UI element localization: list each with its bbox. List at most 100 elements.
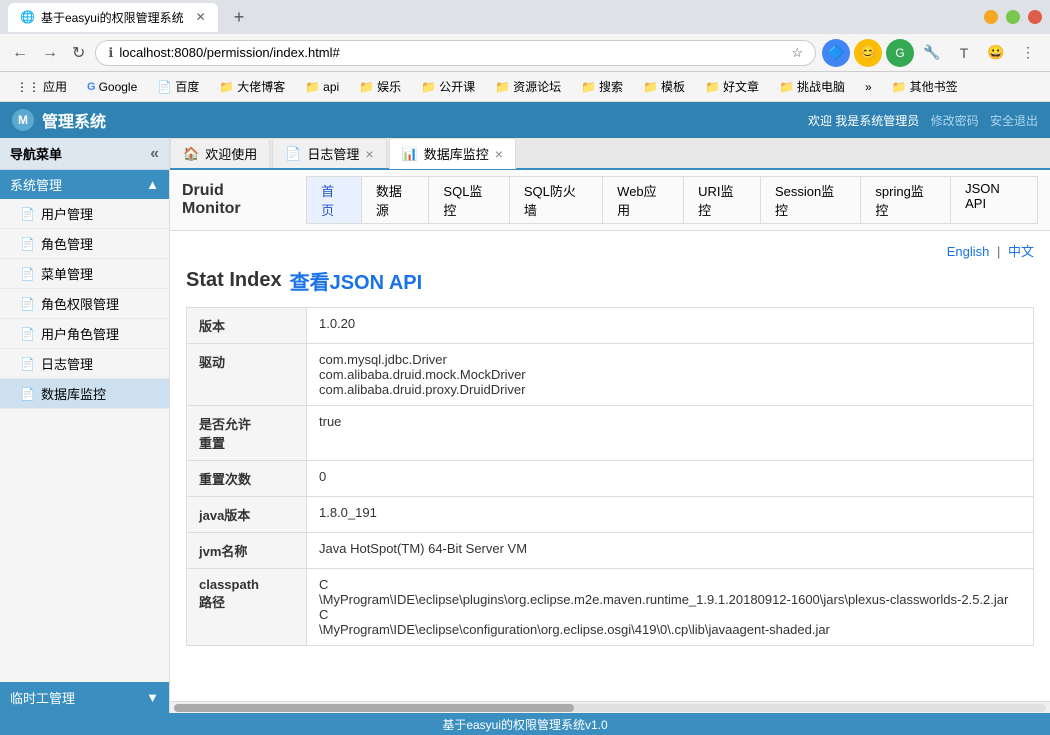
apps-icon: ⋮⋮ [16,80,40,94]
scrollbar-thumb[interactable] [174,704,574,712]
more-options-button[interactable]: ⋮ [1014,39,1042,67]
tab-label: 数据库监控 [424,144,489,163]
modify-password-link[interactable]: 修改密码 [931,114,979,128]
tab-log-management[interactable]: 📄 日志管理 × [272,138,386,168]
minimize-button[interactable] [984,10,998,24]
google-icon: G [87,81,96,93]
sidebar-item-role-permission[interactable]: 📄 角色权限管理 [0,289,169,319]
sidebar-item-db-monitor[interactable]: 📄 数据库监控 [0,379,169,409]
bookmark-articles[interactable]: 📁 好文章 [697,76,767,97]
sidebar-item-user-role[interactable]: 📄 用户角色管理 [0,319,169,349]
app-welcome-bar: 欢迎 我是系统管理员 修改密码 安全退出 [808,112,1038,129]
footer-text: 基于easyui的权限管理系统v1.0 [442,716,607,733]
bookmark-resource[interactable]: 📁 资源论坛 [487,76,569,97]
sidebar-header: 导航菜单 « [0,138,169,170]
sidebar-item-label: 菜单管理 [41,264,93,283]
bookmark-label: 应用 [43,78,67,95]
baidu-icon: 📄 [157,80,172,94]
sidebar-item-label: 角色管理 [41,234,93,253]
tab-favicon: 🌐 [20,10,35,24]
folder-icon: 📁 [305,80,320,94]
folder-icon: 📁 [359,80,374,94]
bookmark-dalaoboke[interactable]: 📁 大佬博客 [211,76,293,97]
tab-db-icon: 📊 [402,146,418,162]
druid-title: Druid Monitor [182,182,286,218]
row-value: true [307,406,1034,461]
forward-button[interactable]: → [38,40,62,66]
bookmark-others[interactable]: 📁 其他书签 [884,76,966,97]
druid-nav-json[interactable]: JSON API [951,176,1038,224]
bookmark-search[interactable]: 📁 搜索 [573,76,631,97]
user-icon[interactable]: 😊 [854,39,882,67]
druid-nav-datasource[interactable]: 数据源 [362,176,430,224]
tab-label: 日志管理 [307,144,359,163]
logo-icon: M [12,109,34,131]
tabs-bar: 🏠 欢迎使用 📄 日志管理 × 📊 数据库监控 × [170,138,1050,170]
sidebar-item-label: 日志管理 [41,354,93,373]
sidebar-collapse-button[interactable]: « [150,145,159,163]
druid-nav-firewall[interactable]: SQL防火墙 [510,176,603,224]
address-bar: ℹ ☆ [95,40,816,66]
chinese-link[interactable]: 中文 [1008,244,1034,259]
bookmark-label: 娱乐 [377,78,401,95]
tab-db-close-button[interactable]: × [495,146,503,162]
log-management-icon: 📄 [20,357,35,371]
role-permission-icon: 📄 [20,297,35,311]
row-value: 0 [307,461,1034,497]
system-section-header[interactable]: 系统管理 ▲ [0,170,169,199]
browser-icon-1[interactable]: G [886,39,914,67]
english-link[interactable]: English [947,244,990,259]
sidebar-item-user-management[interactable]: 📄 用户管理 [0,199,169,229]
sidebar-item-label: 角色权限管理 [41,294,119,313]
druid-nav-uri[interactable]: URI监控 [684,176,761,224]
table-row: java版本 1.8.0_191 [187,497,1034,533]
druid-nav: 首页 数据源 SQL监控 SQL防火墙 Web应用 URI监控 Session监… [306,176,1038,224]
browser-icon-3[interactable]: T [950,39,978,67]
sidebar-item-menu-management[interactable]: 📄 菜单管理 [0,259,169,289]
bookmark-baidu[interactable]: 📄 百度 [149,76,207,97]
safe-exit-link[interactable]: 安全退出 [990,114,1038,128]
bookmark-google[interactable]: G Google [79,78,145,96]
browser-titlebar: 🌐 基于easyui的权限管理系统 ✕ + [0,0,1050,34]
druid-nav-webapp[interactable]: Web应用 [603,176,684,224]
reload-button[interactable]: ↻ [68,39,89,67]
browser-icon-2[interactable]: 🔧 [918,39,946,67]
bookmark-template[interactable]: 📁 模板 [635,76,693,97]
table-row: 重置次数 0 [187,461,1034,497]
sidebar-temp-section[interactable]: 临时工管理 ▼ [0,682,169,713]
horizontal-scrollbar[interactable] [170,701,1050,713]
druid-nav-spring[interactable]: spring监控 [861,176,951,224]
browser-icon-4[interactable]: 😀 [982,39,1010,67]
row-key: classpath路径 [187,569,307,646]
bookmark-more[interactable]: » [857,78,880,96]
user-management-icon: 📄 [20,207,35,221]
close-button[interactable] [1028,10,1042,24]
bookmark-gonkaike[interactable]: 📁 公开课 [413,76,483,97]
more-bookmarks-label: » [865,80,872,94]
folder-icon: 📁 [581,80,596,94]
druid-nav-home[interactable]: 首页 [306,176,362,224]
sidebar: 导航菜单 « 系统管理 ▲ 📄 用户管理 📄 角色管理 📄 菜单管理 📄 [0,138,170,713]
back-button[interactable]: ← [8,40,32,66]
druid-nav-sql[interactable]: SQL监控 [429,176,509,224]
sidebar-item-role-management[interactable]: 📄 角色管理 [0,229,169,259]
druid-nav-session[interactable]: Session监控 [761,176,861,224]
bookmark-challenge[interactable]: 📁 挑战电脑 [771,76,853,97]
extensions-icon[interactable]: 🔷 [822,39,850,67]
bookmark-yule[interactable]: 📁 娱乐 [351,76,409,97]
tab-log-close-button[interactable]: × [365,146,373,162]
maximize-button[interactable] [1006,10,1020,24]
tab-welcome[interactable]: 🏠 欢迎使用 [170,138,270,168]
new-tab-button[interactable]: + [226,3,253,32]
tab-close-btn[interactable]: ✕ [196,10,206,24]
address-input[interactable] [119,45,785,60]
tab-db-monitor[interactable]: 📊 数据库监控 × [389,138,516,169]
sidebar-title: 导航菜单 [10,144,62,163]
active-tab[interactable]: 🌐 基于easyui的权限管理系统 ✕ [8,3,218,32]
row-value: Java HotSpot(TM) 64-Bit Server VM [307,533,1034,569]
bookmark-star[interactable]: ☆ [791,45,803,61]
sidebar-item-log-management[interactable]: 📄 日志管理 [0,349,169,379]
bookmark-apps[interactable]: ⋮⋮ 应用 [8,76,75,97]
json-api-link[interactable]: 查看JSON API [290,266,423,295]
bookmark-api[interactable]: 📁 api [297,78,347,96]
